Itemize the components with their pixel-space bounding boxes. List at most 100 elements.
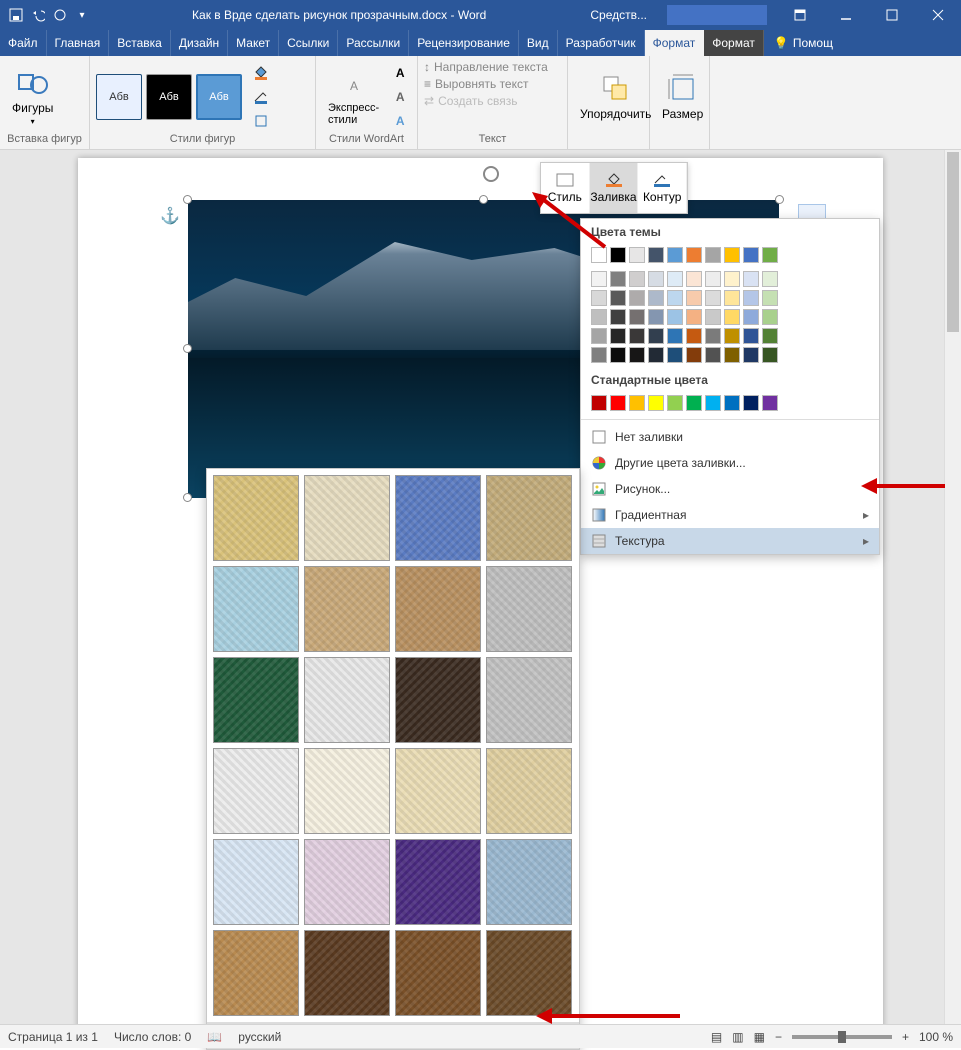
texture-swatch[interactable] [395, 930, 481, 1016]
text-direction-button[interactable]: ↕Направление текста [424, 60, 548, 74]
color-swatch[interactable] [743, 271, 759, 287]
color-swatch[interactable] [667, 395, 683, 411]
texture-swatch[interactable] [395, 566, 481, 652]
color-swatch[interactable] [667, 347, 683, 363]
zoom-level[interactable]: 100 % [919, 1030, 953, 1044]
color-swatch[interactable] [743, 395, 759, 411]
texture-swatch[interactable] [304, 839, 390, 925]
color-swatch[interactable] [591, 309, 607, 325]
color-swatch[interactable] [610, 309, 626, 325]
color-swatch[interactable] [629, 347, 645, 363]
ribbon-display-icon[interactable] [777, 0, 823, 30]
texture-swatch[interactable] [304, 748, 390, 834]
vertical-scrollbar[interactable] [944, 150, 961, 1024]
color-swatch[interactable] [667, 290, 683, 306]
texture-swatch[interactable] [213, 748, 299, 834]
texture-swatch[interactable] [395, 748, 481, 834]
color-swatch[interactable] [686, 247, 702, 263]
texture-swatch[interactable] [213, 839, 299, 925]
shapes-gallery[interactable]: Фигуры▾ [6, 65, 59, 128]
resize-handle[interactable] [183, 195, 192, 204]
zoom-in-icon[interactable]: + [902, 1030, 909, 1044]
color-swatch[interactable] [648, 395, 664, 411]
view-print-icon[interactable]: ▥ [732, 1030, 743, 1044]
minimize-icon[interactable] [823, 0, 869, 30]
color-swatch[interactable] [762, 328, 778, 344]
text-fill-icon[interactable]: A [389, 62, 411, 84]
page-indicator[interactable]: Страница 1 из 1 [8, 1030, 98, 1044]
tab-file[interactable]: Файл [0, 30, 47, 56]
mini-outline-button[interactable]: Контур [638, 163, 687, 213]
shape-style-2[interactable]: Абв [146, 74, 192, 120]
texture-swatch[interactable] [213, 475, 299, 561]
color-swatch[interactable] [648, 347, 664, 363]
arrange-button[interactable]: Упорядочить [574, 71, 657, 123]
shape-fill-icon[interactable] [250, 62, 272, 84]
more-colors-item[interactable]: Другие цвета заливки... [581, 450, 879, 476]
color-swatch[interactable] [705, 347, 721, 363]
color-swatch[interactable] [667, 309, 683, 325]
color-swatch[interactable] [762, 247, 778, 263]
color-swatch[interactable] [705, 247, 721, 263]
scrollbar-thumb[interactable] [947, 152, 959, 332]
texture-swatch[interactable] [304, 475, 390, 561]
tools-tab-label[interactable]: Средств... [580, 8, 657, 22]
redo-icon[interactable] [52, 7, 68, 23]
shape-outline-icon[interactable] [250, 86, 272, 108]
color-swatch[interactable] [686, 328, 702, 344]
save-icon[interactable] [8, 7, 24, 23]
color-swatch[interactable] [705, 395, 721, 411]
color-swatch[interactable] [667, 328, 683, 344]
color-swatch[interactable] [686, 271, 702, 287]
color-swatch[interactable] [705, 309, 721, 325]
texture-swatch[interactable] [486, 475, 572, 561]
zoom-out-icon[interactable]: − [775, 1030, 782, 1044]
view-read-icon[interactable]: ▤ [711, 1030, 722, 1044]
texture-swatch[interactable] [395, 475, 481, 561]
tab-format-picture[interactable]: Формат [704, 30, 764, 56]
color-swatch[interactable] [629, 395, 645, 411]
color-swatch[interactable] [724, 347, 740, 363]
color-swatch[interactable] [591, 347, 607, 363]
color-swatch[interactable] [686, 347, 702, 363]
texture-swatch[interactable] [486, 839, 572, 925]
color-swatch[interactable] [724, 395, 740, 411]
gradient-fill-item[interactable]: Градиентная▸ [581, 502, 879, 528]
color-swatch[interactable] [648, 328, 664, 344]
shape-effects-icon[interactable] [250, 110, 272, 132]
zoom-slider[interactable] [792, 1035, 892, 1039]
texture-swatch[interactable] [395, 839, 481, 925]
close-icon[interactable] [915, 0, 961, 30]
language-indicator[interactable]: русский [238, 1030, 281, 1044]
color-swatch[interactable] [648, 309, 664, 325]
word-count[interactable]: Число слов: 0 [114, 1030, 191, 1044]
tab-developer[interactable]: Разработчик [558, 30, 645, 56]
undo-icon[interactable] [30, 7, 46, 23]
texture-swatch[interactable] [486, 566, 572, 652]
texture-swatch[interactable] [213, 930, 299, 1016]
resize-handle[interactable] [183, 344, 192, 353]
color-swatch[interactable] [724, 328, 740, 344]
color-swatch[interactable] [648, 290, 664, 306]
texture-swatch[interactable] [304, 566, 390, 652]
color-swatch[interactable] [629, 271, 645, 287]
color-swatch[interactable] [629, 309, 645, 325]
color-swatch[interactable] [591, 271, 607, 287]
text-outline-icon[interactable]: A [389, 86, 411, 108]
tab-review[interactable]: Рецензирование [409, 30, 519, 56]
tell-me[interactable]: 💡Помощ [764, 30, 843, 56]
color-swatch[interactable] [610, 247, 626, 263]
color-swatch[interactable] [686, 309, 702, 325]
color-swatch[interactable] [762, 271, 778, 287]
color-swatch[interactable] [705, 290, 721, 306]
color-swatch[interactable] [610, 347, 626, 363]
color-swatch[interactable] [762, 290, 778, 306]
color-swatch[interactable] [724, 309, 740, 325]
color-swatch[interactable] [705, 271, 721, 287]
texture-swatch[interactable] [486, 657, 572, 743]
create-link-button[interactable]: ⇄Создать связь [424, 94, 518, 108]
color-swatch[interactable] [762, 395, 778, 411]
color-swatch[interactable] [724, 271, 740, 287]
texture-swatch[interactable] [213, 566, 299, 652]
color-swatch[interactable] [705, 328, 721, 344]
